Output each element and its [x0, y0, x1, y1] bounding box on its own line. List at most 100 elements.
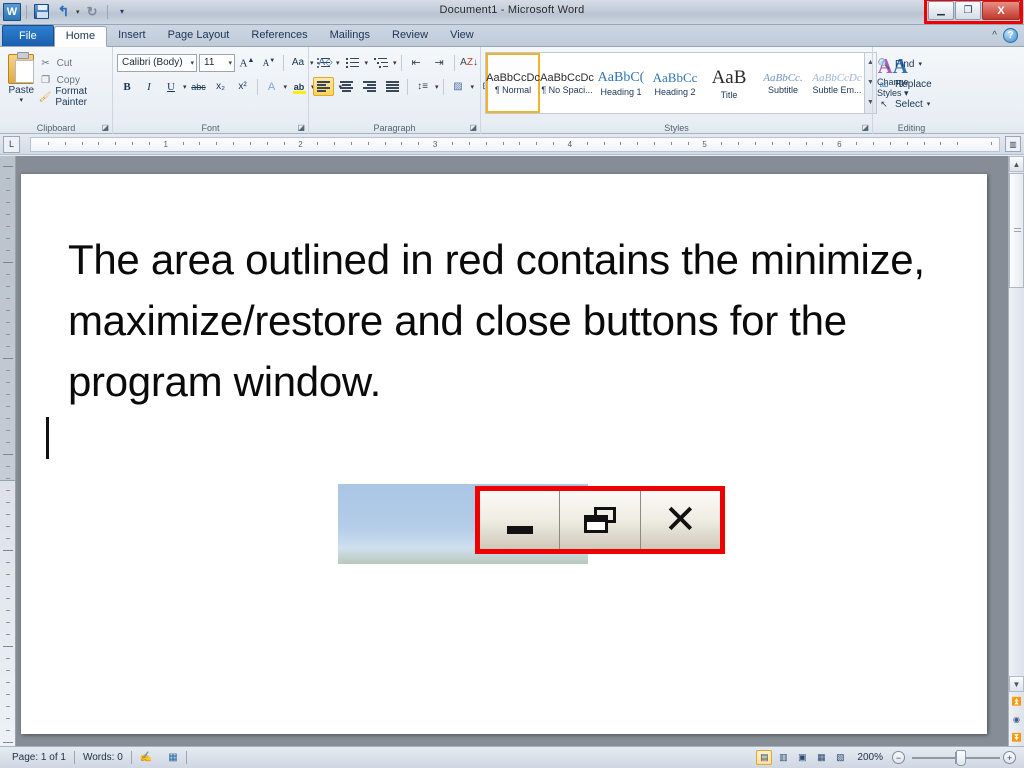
superscript-button[interactable]: x²	[233, 77, 253, 96]
paste-button[interactable]: Paste ▾	[4, 52, 39, 104]
paste-dropdown-icon[interactable]: ▾	[20, 96, 24, 104]
draft-view-button[interactable]: ▧	[832, 750, 848, 765]
document-body-text[interactable]: The area outlined in red contains the mi…	[68, 229, 948, 412]
embedded-screenshot-image[interactable]: ✕	[338, 484, 727, 567]
full-screen-reading-view-button[interactable]: ▥	[775, 750, 791, 765]
select-button[interactable]: ↖ Select ▾	[877, 94, 930, 114]
find-button[interactable]: 🔍 Find ▾	[877, 54, 922, 74]
tab-mailings[interactable]: Mailings	[319, 25, 381, 46]
bullets-dropdown-icon[interactable]: ▾	[336, 59, 340, 67]
next-page-icon[interactable]: ⏬	[1009, 728, 1024, 746]
vertical-ruler[interactable]	[0, 156, 16, 755]
numbering-dropdown-icon[interactable]: ▾	[365, 59, 369, 67]
justify-button[interactable]	[382, 77, 403, 96]
style-subtitle[interactable]: AaBbCc. Subtitle	[756, 53, 810, 113]
print-layout-view-button[interactable]: ▤	[756, 750, 773, 765]
underline-dropdown-icon[interactable]: ▾	[183, 83, 187, 91]
page-status[interactable]: Page: 1 of 1	[4, 749, 74, 767]
style-no-spacing[interactable]: AaBbCcDc ¶ No Spaci...	[540, 53, 594, 113]
line-spacing-dropdown-icon[interactable]: ▾	[435, 83, 439, 91]
horizontal-ruler[interactable]: 1 2 3 4 5 6	[30, 137, 1000, 152]
change-case-button[interactable]: Aa	[288, 53, 308, 72]
ruler-tick	[687, 142, 689, 145]
style-normal[interactable]: AaBbCcDc ¶ Normal	[486, 53, 540, 113]
scrollbar-track[interactable]	[1009, 289, 1024, 676]
align-left-button[interactable]	[313, 77, 334, 96]
language-icon[interactable]: ▦	[160, 749, 185, 767]
vertical-scrollbar[interactable]: ▲ ▼ ⏫ ◉ ⏬	[1008, 156, 1024, 746]
zoom-slider-track[interactable]	[912, 749, 1000, 766]
tab-stop-selector[interactable]: L	[3, 135, 20, 153]
help-icon[interactable]: ?	[1003, 28, 1018, 43]
styles-dialog-launcher[interactable]: ◪	[861, 123, 869, 132]
tab-references[interactable]: References	[240, 25, 318, 46]
subscript-button[interactable]: x₂	[211, 77, 231, 96]
italic-button[interactable]: I	[139, 77, 159, 96]
ruler-tick	[873, 142, 874, 145]
text-effects-button[interactable]: A	[262, 77, 282, 96]
multilevel-list-button[interactable]	[370, 53, 391, 72]
clipboard-dialog-launcher[interactable]: ◪	[101, 123, 109, 132]
zoom-slider-thumb[interactable]	[956, 749, 966, 766]
cut-button[interactable]: ✂ Cut	[39, 55, 108, 71]
highlight-button[interactable]: ab	[289, 77, 309, 96]
font-name-dropdown-icon[interactable]: ▾	[187, 59, 194, 67]
scroll-up-icon[interactable]: ▲	[1009, 156, 1024, 172]
underline-button[interactable]: U	[161, 77, 181, 96]
text-effects-dropdown-icon[interactable]: ▾	[284, 83, 288, 91]
find-dropdown-icon[interactable]: ▾	[918, 60, 922, 68]
shading-button[interactable]: ▨	[448, 77, 469, 96]
replace-button[interactable]: ab Replace	[877, 74, 932, 94]
tab-home[interactable]: Home	[53, 26, 108, 47]
tab-insert[interactable]: Insert	[107, 25, 157, 46]
line-spacing-button[interactable]: ↕≡	[412, 77, 433, 96]
bullets-button[interactable]	[313, 53, 334, 72]
zoom-slider[interactable]	[912, 749, 1000, 766]
proofing-icon[interactable]: ✍	[132, 749, 160, 767]
increase-indent-button[interactable]: ⇥	[429, 53, 450, 72]
zoom-in-button[interactable]: +	[1003, 751, 1016, 764]
format-painter-button[interactable]: 🖌 Format Painter	[39, 86, 108, 108]
ruler-tick	[6, 202, 10, 203]
font-dialog-launcher[interactable]: ◪	[297, 123, 305, 132]
numbering-button[interactable]	[342, 53, 363, 72]
scrollbar-thumb[interactable]	[1009, 173, 1024, 288]
multilevel-list-dropdown-icon[interactable]: ▾	[393, 59, 397, 67]
bold-button[interactable]: B	[117, 77, 137, 96]
select-dropdown-icon[interactable]: ▾	[927, 100, 931, 108]
previous-page-icon[interactable]: ⏫	[1009, 692, 1024, 710]
align-center-button[interactable]	[336, 77, 357, 96]
shading-dropdown-icon[interactable]: ▾	[471, 83, 475, 91]
font-name-input[interactable]: Calibri (Body) ▾	[117, 53, 197, 72]
grow-font-button[interactable]: A▲	[237, 53, 257, 72]
tab-view[interactable]: View	[439, 25, 485, 46]
font-size-input[interactable]: 11 ▾	[199, 53, 235, 72]
close-button[interactable]: X	[982, 1, 1020, 20]
paragraph-dialog-launcher[interactable]: ◪	[469, 123, 477, 132]
outline-view-button[interactable]: ▦	[813, 750, 829, 765]
style-title[interactable]: AaB Title	[702, 53, 756, 113]
tab-review[interactable]: Review	[381, 25, 439, 46]
decrease-indent-button[interactable]: ⇤	[406, 53, 427, 72]
minimize-button[interactable]: ▁	[928, 1, 954, 20]
style-subtle-emphasis[interactable]: AaBbCcDc Subtle Em...	[810, 53, 864, 113]
style-heading-1[interactable]: AaBbC( Heading 1	[594, 53, 648, 113]
scroll-down-icon[interactable]: ▼	[1009, 676, 1024, 692]
align-right-button[interactable]	[359, 77, 380, 96]
web-layout-view-button[interactable]: ▣	[794, 750, 810, 765]
restore-button[interactable]: ❐	[955, 1, 981, 20]
word-count-status[interactable]: Words: 0	[75, 749, 131, 767]
zoom-level[interactable]: 200%	[851, 749, 889, 767]
tab-page-layout[interactable]: Page Layout	[157, 25, 241, 46]
document-page[interactable]: The area outlined in red contains the mi…	[21, 174, 987, 734]
minimize-ribbon-icon[interactable]: ^	[992, 30, 997, 41]
style-heading-2[interactable]: AaBbCc Heading 2	[648, 53, 702, 113]
tab-file[interactable]: File	[2, 25, 54, 46]
strikethrough-button[interactable]: abc	[189, 77, 209, 96]
shrink-font-button[interactable]: A▼	[259, 53, 279, 72]
font-size-dropdown-icon[interactable]: ▾	[225, 59, 232, 67]
zoom-out-button[interactable]: −	[892, 751, 905, 764]
ruler-view-toggle-icon[interactable]: ▥	[1005, 136, 1021, 152]
sort-button[interactable]: AZ↓	[459, 53, 480, 72]
select-browse-object-icon[interactable]: ◉	[1009, 710, 1024, 728]
